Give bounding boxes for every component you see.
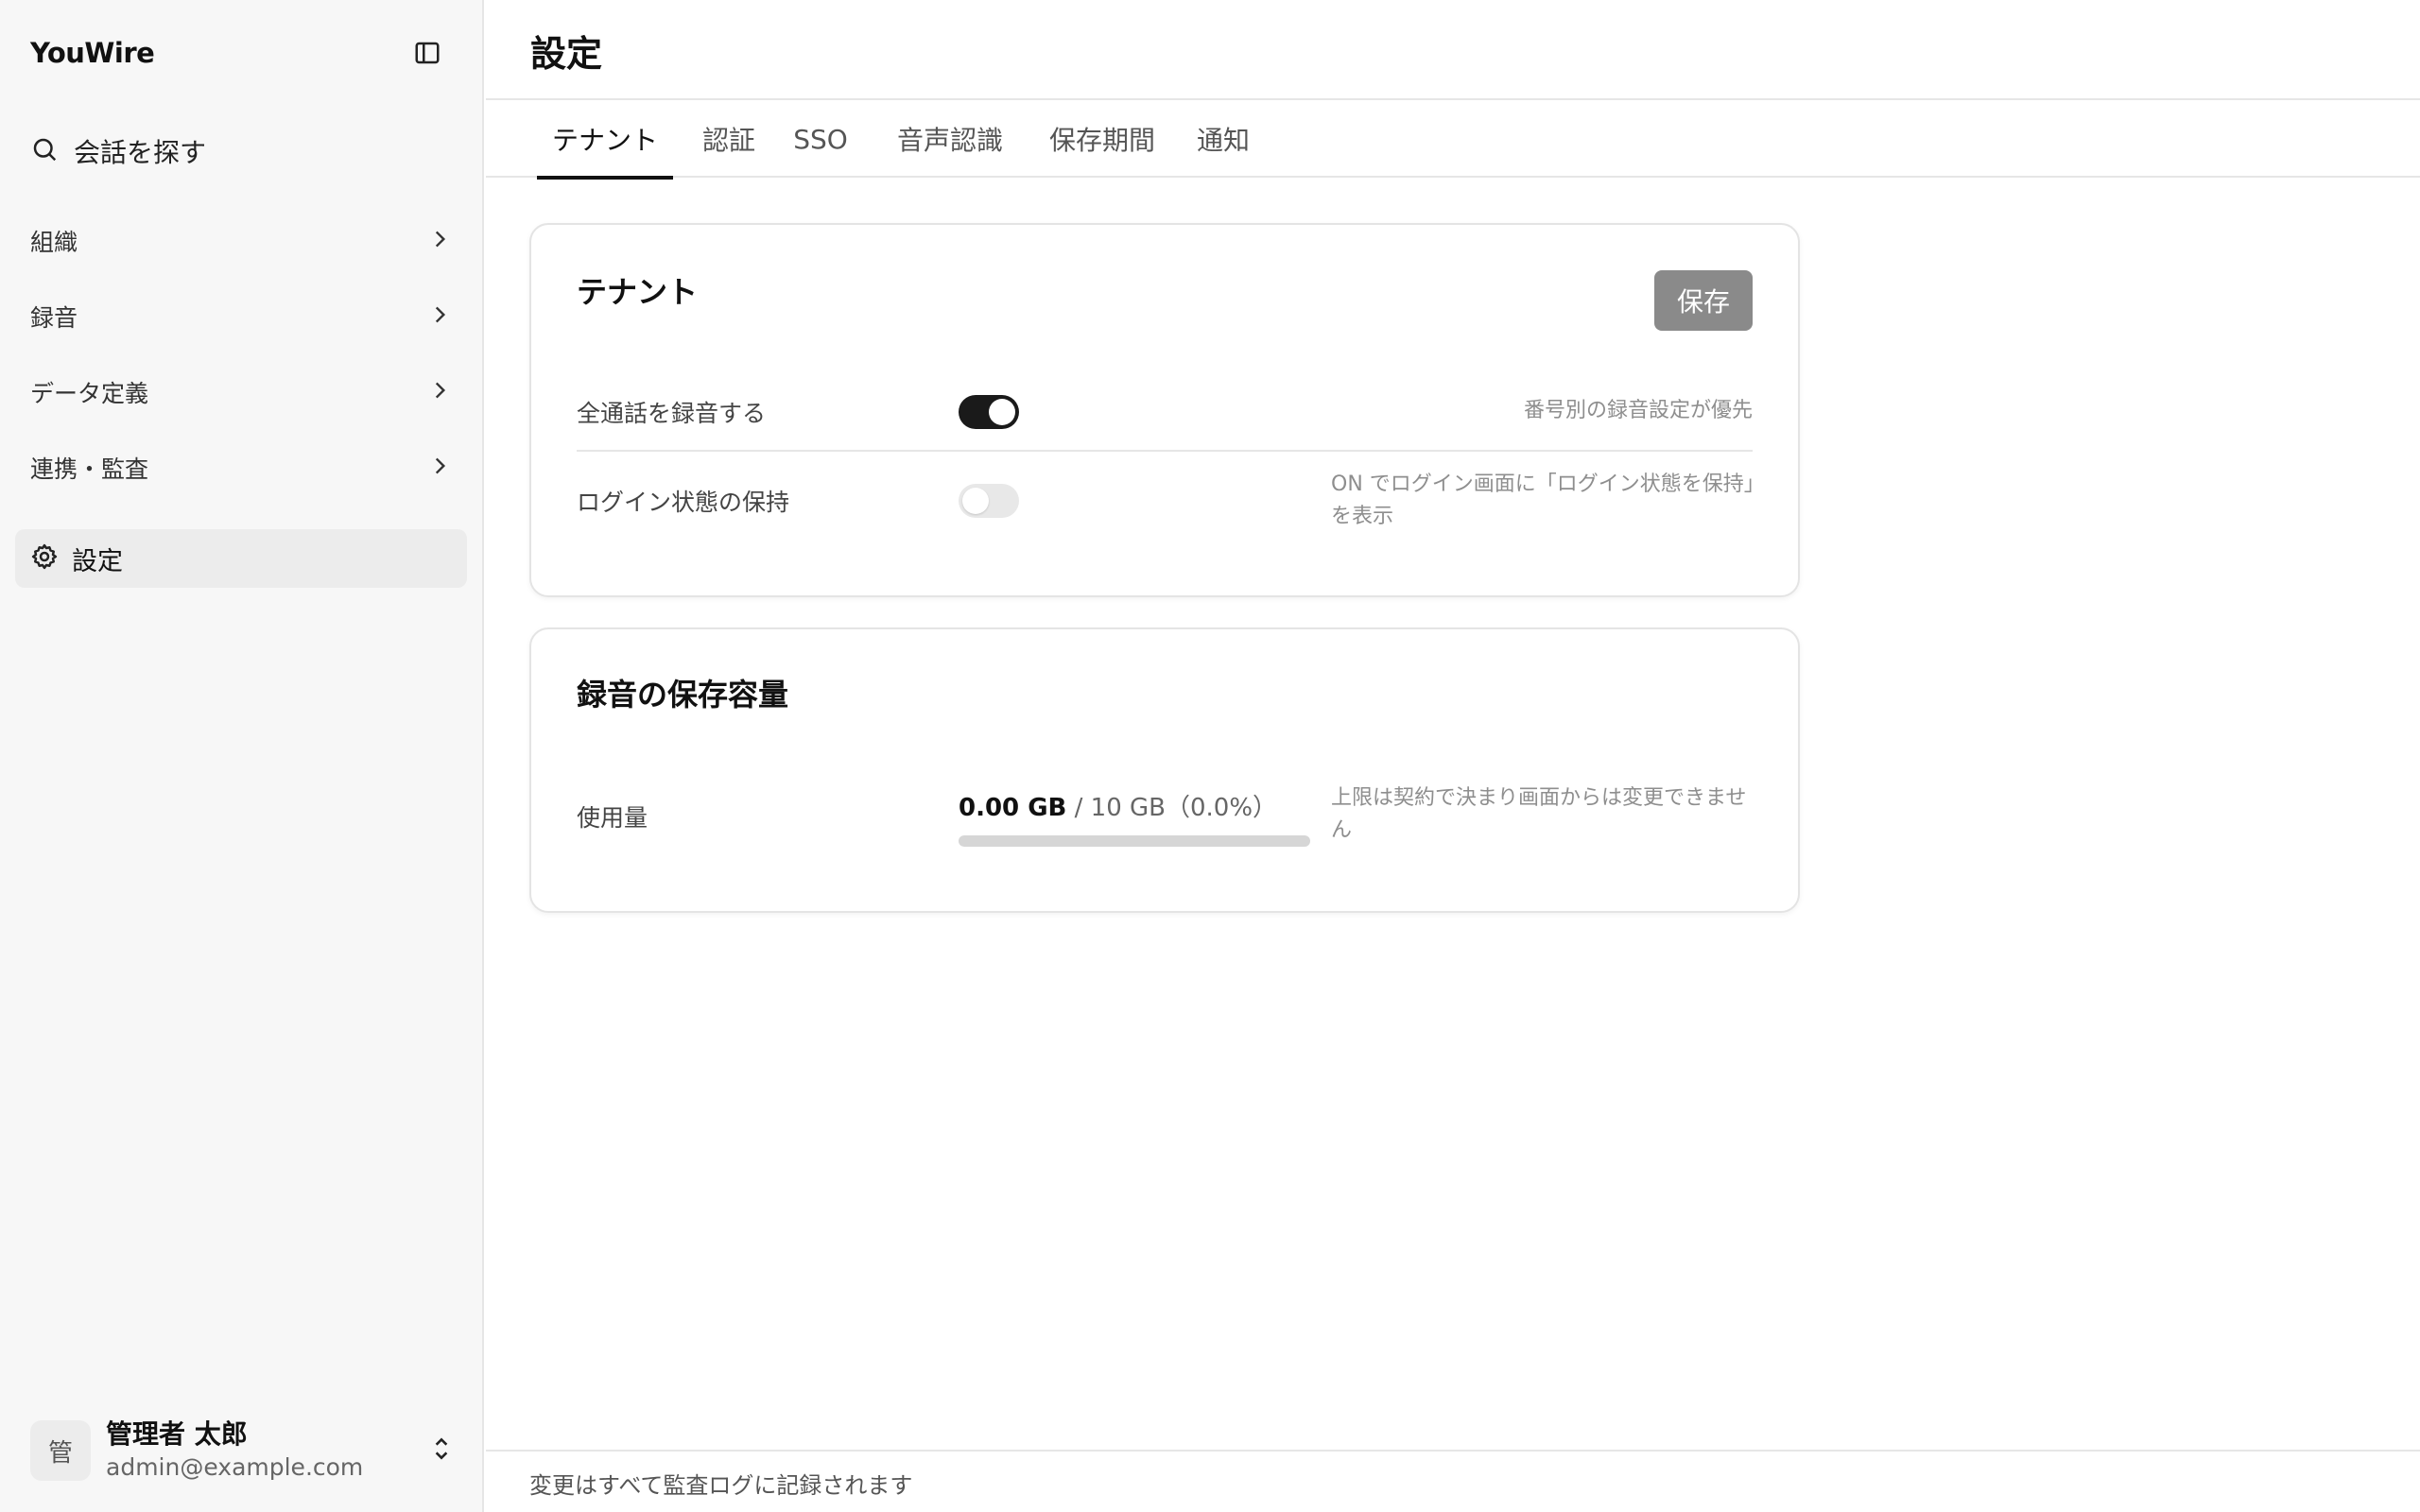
usage-hint: 上限は契約で決まり画面からは変更できません bbox=[1331, 786, 1747, 842]
gear-icon bbox=[30, 542, 59, 575]
sidebar-item-data-definition[interactable]: データ定義 bbox=[15, 364, 467, 421]
record-all-calls-hint: 番号別の録音設定が優先 bbox=[1523, 399, 1753, 422]
storage-card-title: 録音の保存容量 bbox=[577, 677, 789, 713]
chevron-right-icon bbox=[427, 454, 452, 482]
chevrons-up-down-icon bbox=[429, 1435, 454, 1467]
tenant-card: テナント 保存 全通話を録音する 番号別の録音設定が優先 ログイン状態の保持 O… bbox=[529, 223, 1800, 597]
chevron-right-icon bbox=[427, 378, 452, 406]
search-label: 会話を探す bbox=[74, 137, 207, 168]
usage-text: 0.00 GB / 10 GB（0.0%） bbox=[959, 788, 1277, 823]
tab-authentication[interactable]: 認証 bbox=[696, 100, 762, 178]
usage-label: 使用量 bbox=[577, 804, 648, 832]
page-title: 設定 bbox=[530, 33, 603, 75]
page-header: 設定 bbox=[486, 0, 2420, 100]
toggle-knob bbox=[989, 399, 1015, 425]
tenant-card-title: テナント bbox=[577, 274, 699, 310]
record-all-calls-toggle[interactable] bbox=[959, 395, 1019, 429]
sidebar-item-settings[interactable]: 設定 bbox=[15, 529, 467, 588]
row-divider bbox=[577, 450, 1753, 452]
usage-used: 0.00 GB bbox=[959, 794, 1067, 822]
storage-card: 録音の保存容量 使用量 0.00 GB / 10 GB（0.0%） 上限は契約で… bbox=[529, 627, 1800, 913]
user-name: 管理者 太郎 bbox=[106, 1418, 248, 1450]
sidebar-item-integration-audit[interactable]: 連携・監査 bbox=[15, 439, 467, 496]
toggle-knob bbox=[962, 488, 989, 514]
usage-progress-bar bbox=[959, 835, 1310, 847]
sidebar-item-label: 連携・監査 bbox=[30, 455, 149, 483]
usage-limit: / 10 GB（0.0%） bbox=[1066, 794, 1278, 822]
sidebar-item-label: データ定義 bbox=[30, 380, 149, 407]
brand-row: YouWire bbox=[30, 30, 446, 76]
tab-sso[interactable]: SSO bbox=[790, 100, 851, 178]
sidebar-item-recording[interactable]: 録音 bbox=[15, 288, 467, 345]
settings-tabs: テナント 認証 SSO 音声認識 保存期間 通知 bbox=[486, 100, 2420, 180]
footer: 変更はすべて監査ログに記録されます bbox=[486, 1450, 2420, 1512]
app-logo: YouWire bbox=[30, 37, 155, 69]
sidebar-item-label: 組織 bbox=[30, 229, 78, 256]
keep-login-label: ログイン状態の保持 bbox=[577, 489, 790, 516]
audit-log-notice: 変更はすべて監査ログに記録されます bbox=[529, 1472, 913, 1499]
chevron-right-icon bbox=[427, 302, 452, 331]
user-email: admin@example.com bbox=[106, 1453, 364, 1481]
sidebar-item-label: 録音 bbox=[30, 304, 78, 332]
tab-retention-period[interactable]: 保存期間 bbox=[1036, 100, 1168, 178]
search-conversations-button[interactable]: 会話を探す bbox=[15, 129, 467, 174]
chevron-right-icon bbox=[427, 227, 452, 255]
keep-login-hint: ON でログイン画面に「ログイン状態を保持」を表示 bbox=[1331, 472, 1754, 528]
record-all-calls-label: 全通話を録音する bbox=[577, 400, 767, 427]
sidebar-item-organization[interactable]: 組織 bbox=[15, 213, 467, 269]
keep-login-toggle[interactable] bbox=[959, 484, 1019, 518]
tab-speech-recognition[interactable]: 音声認識 bbox=[889, 100, 1011, 178]
search-icon bbox=[30, 135, 59, 167]
sidebar-item-settings-content: 設定 bbox=[30, 541, 123, 577]
user-menu[interactable]: 管 管理者 太郎 admin@example.com bbox=[30, 1414, 454, 1487]
tab-notifications[interactable]: 通知 bbox=[1184, 100, 1263, 178]
user-info: 管理者 太郎 admin@example.com bbox=[106, 1418, 429, 1484]
avatar: 管 bbox=[30, 1420, 91, 1481]
tab-tenant[interactable]: テナント bbox=[537, 100, 673, 180]
sidebar: YouWire 会話を探す 組織 録音 データ定義 連携・監査 設定 管 管理者… bbox=[0, 0, 484, 1512]
sidebar-item-label: 設定 bbox=[72, 546, 123, 576]
save-button[interactable]: 保存 bbox=[1654, 270, 1753, 331]
sidebar-toggle-icon[interactable] bbox=[408, 34, 446, 72]
